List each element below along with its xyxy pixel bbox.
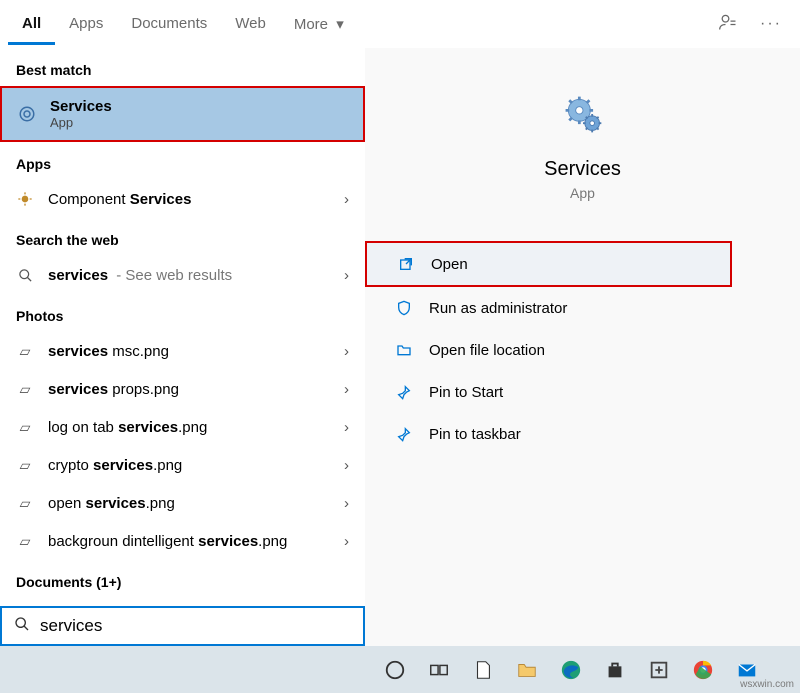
chevron-right-icon: › (344, 495, 349, 512)
image-icon: ▱ (16, 342, 34, 360)
result-photo-1[interactable]: ▱ services props.png › (0, 370, 365, 408)
result-web-services[interactable]: services - See web results › (0, 256, 365, 294)
folder-icon (395, 341, 413, 359)
chevron-right-icon: › (344, 191, 349, 208)
tab-more[interactable]: More ▾ (280, 3, 358, 46)
section-web: Search the web (0, 218, 365, 256)
search-box[interactable] (0, 606, 365, 646)
chevron-right-icon: › (344, 419, 349, 436)
preview-title: Services (365, 158, 800, 181)
more-options-icon[interactable]: ··· (760, 15, 782, 33)
action-pin-taskbar[interactable]: Pin to taskbar (365, 413, 800, 455)
chevron-down-icon: ▾ (336, 16, 344, 33)
search-icon (14, 616, 30, 637)
result-photo-0[interactable]: ▱ services msc.png › (0, 332, 365, 370)
best-match-services[interactable]: Services App (0, 86, 365, 142)
tab-web[interactable]: Web (221, 3, 280, 45)
action-open-location[interactable]: Open file location (365, 329, 800, 371)
files-icon[interactable] (466, 653, 500, 687)
tab-documents[interactable]: Documents (117, 3, 221, 45)
image-icon: ▱ (16, 456, 34, 474)
image-icon: ▱ (16, 494, 34, 512)
result-label: services - See web results (48, 267, 349, 284)
action-label: Run as administrator (429, 300, 567, 317)
action-label: Open (431, 256, 468, 273)
image-icon: ▱ (16, 418, 34, 436)
action-label: Pin to taskbar (429, 426, 521, 443)
chevron-right-icon: › (344, 267, 349, 284)
cortana-icon[interactable] (378, 653, 412, 687)
action-run-admin[interactable]: Run as administrator (365, 287, 800, 329)
result-photo-5[interactable]: ▱ backgroun dintelligent services.png › (0, 522, 365, 560)
result-photo-4[interactable]: ▱ open services.png › (0, 484, 365, 522)
result-photo-3[interactable]: ▱ crypto services.png › (0, 446, 365, 484)
open-icon (397, 255, 415, 273)
chevron-right-icon: › (344, 533, 349, 550)
tab-all[interactable]: All (8, 3, 55, 45)
chevron-right-icon: › (344, 381, 349, 398)
watermark: wsxwin.com (740, 679, 794, 690)
snip-icon[interactable] (642, 653, 676, 687)
search-icon (16, 266, 34, 284)
shield-icon (395, 299, 413, 317)
search-input[interactable] (40, 616, 351, 636)
component-services-icon (16, 190, 34, 208)
services-app-icon (557, 88, 609, 140)
services-icon (18, 105, 36, 123)
tab-more-label: More (294, 16, 328, 33)
feedback-icon[interactable] (718, 12, 738, 37)
preview-subtitle: App (365, 185, 800, 201)
taskbar (0, 646, 800, 693)
pin-icon (395, 383, 413, 401)
best-match-subtitle: App (50, 115, 112, 130)
preview-panel: Services App Open Run as administrator (365, 48, 800, 646)
action-pin-start[interactable]: Pin to Start (365, 371, 800, 413)
section-documents[interactable]: Documents (1+) (0, 560, 365, 598)
chevron-right-icon: › (344, 343, 349, 360)
pin-icon (395, 425, 413, 443)
image-icon: ▱ (16, 532, 34, 550)
store-icon[interactable] (598, 653, 632, 687)
section-apps: Apps (0, 142, 365, 180)
best-match-title: Services (50, 98, 112, 115)
action-label: Open file location (429, 342, 545, 359)
result-label: open services.png (48, 495, 349, 512)
result-label: Component Services (48, 191, 349, 208)
result-label: log on tab services.png (48, 419, 349, 436)
section-photos: Photos (0, 294, 365, 332)
result-photo-2[interactable]: ▱ log on tab services.png › (0, 408, 365, 446)
action-label: Pin to Start (429, 384, 503, 401)
section-best-match: Best match (0, 48, 365, 86)
results-panel: Best match Services App Apps Component S… (0, 48, 365, 646)
action-open[interactable]: Open (365, 241, 732, 287)
explorer-icon[interactable] (510, 653, 544, 687)
result-component-services[interactable]: Component Services › (0, 180, 365, 218)
result-label: crypto services.png (48, 457, 349, 474)
result-label: backgroun dintelligent services.png (48, 533, 349, 550)
result-label: services msc.png (48, 343, 349, 360)
search-scope-tabs: All Apps Documents Web More ▾ ··· (0, 0, 800, 48)
tab-apps[interactable]: Apps (55, 3, 117, 45)
chevron-right-icon: › (344, 457, 349, 474)
chrome-icon[interactable] (686, 653, 720, 687)
result-label: services props.png (48, 381, 349, 398)
image-icon: ▱ (16, 380, 34, 398)
taskview-icon[interactable] (422, 653, 456, 687)
edge-icon[interactable] (554, 653, 588, 687)
